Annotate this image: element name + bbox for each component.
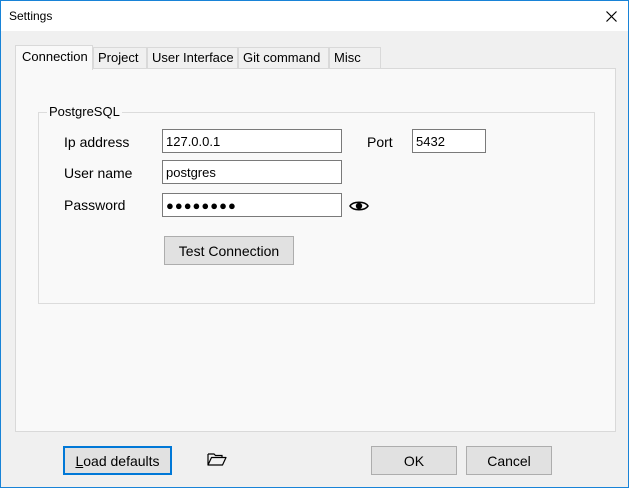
- tab-git-command[interactable]: Git command: [238, 47, 329, 69]
- title-bar: Settings: [1, 1, 628, 31]
- ok-button[interactable]: OK: [371, 446, 457, 475]
- close-button[interactable]: [594, 1, 628, 31]
- window-title: Settings: [9, 9, 53, 23]
- test-connection-button[interactable]: Test Connection: [164, 236, 294, 265]
- group-title: PostgreSQL: [47, 104, 122, 119]
- tab-label: Project: [98, 50, 139, 65]
- connection-panel: PostgreSQL: [15, 68, 616, 432]
- user-name-label: User name: [64, 165, 133, 181]
- load-defaults-label: oad defaults: [83, 452, 160, 469]
- cancel-button[interactable]: Cancel: [466, 446, 552, 475]
- tab-label: User Interface: [152, 50, 234, 65]
- user-name-input[interactable]: [162, 160, 342, 184]
- tab-connection[interactable]: Connection: [15, 45, 93, 70]
- tab-project[interactable]: Project: [93, 47, 147, 69]
- tab-misc[interactable]: Misc: [329, 47, 381, 69]
- folder-open-icon[interactable]: [207, 452, 227, 466]
- tab-label: Connection: [22, 49, 88, 64]
- tab-user-interface[interactable]: User Interface: [147, 47, 238, 69]
- ip-address-label: Ip address: [64, 134, 130, 150]
- tab-label: Git command: [243, 50, 321, 65]
- password-input[interactable]: [162, 193, 342, 217]
- port-input[interactable]: [412, 129, 486, 153]
- port-label: Port: [367, 134, 393, 150]
- tab-label: Misc: [334, 50, 361, 65]
- close-icon: [605, 10, 617, 22]
- settings-window: Settings Connection Project User Interfa…: [0, 0, 629, 488]
- password-label: Password: [64, 197, 126, 213]
- ip-address-input[interactable]: [162, 129, 342, 153]
- load-defaults-button[interactable]: Load defaults: [63, 446, 172, 475]
- eye-icon[interactable]: [349, 199, 369, 213]
